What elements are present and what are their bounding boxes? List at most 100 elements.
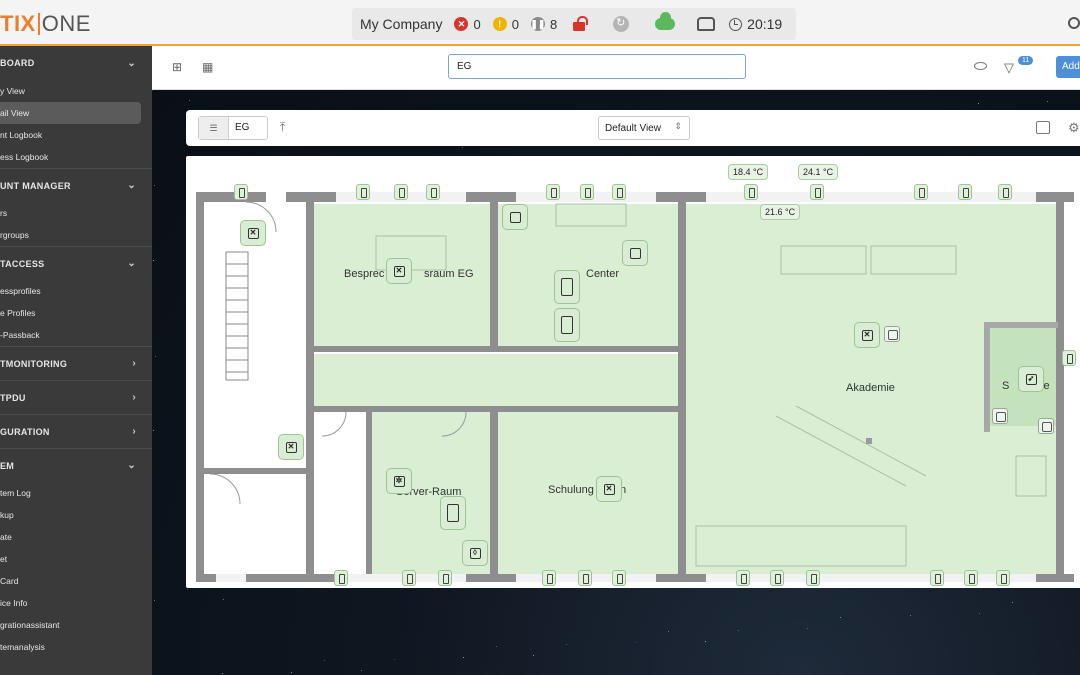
- sidebar-item[interactable]: rgroups: [0, 224, 152, 246]
- sidebar-item[interactable]: grationassistant: [0, 614, 152, 636]
- sidebar-item[interactable]: y View: [0, 80, 152, 102]
- view-select[interactable]: Default View ⇕: [598, 116, 690, 140]
- eye-icon[interactable]: [974, 62, 987, 70]
- filter-icon[interactable]: ▽: [1004, 60, 1014, 76]
- window-sensor[interactable]: [996, 570, 1010, 586]
- window-sensor[interactable]: [930, 570, 944, 586]
- sidebar-item[interactable]: temanalysis: [0, 636, 152, 658]
- company-name[interactable]: My Company: [360, 16, 442, 32]
- sidebar-item[interactable]: tem Log: [0, 482, 152, 504]
- sidebar-section[interactable]: TACCESS ⌄: [0, 246, 152, 280]
- upload-icon[interactable]: ⤒: [280, 120, 285, 135]
- temp-sensor-tag[interactable]: 24.1 °C: [798, 164, 839, 180]
- access-reader-device[interactable]: ✕: [854, 322, 880, 348]
- background-star: [1012, 602, 1013, 603]
- window-sensor[interactable]: [736, 570, 750, 586]
- window-sensor[interactable]: [744, 184, 758, 200]
- user-icon[interactable]: [1068, 17, 1080, 29]
- sidebar-section[interactable]: EM ⌄: [0, 448, 152, 482]
- sidebar-item[interactable]: et: [0, 548, 152, 570]
- warning-count[interactable]: ! 0: [492, 17, 519, 32]
- sidebar-item[interactable]: e Profiles: [0, 302, 152, 324]
- window-sensor[interactable]: [426, 184, 440, 200]
- device-gate-icon[interactable]: [697, 17, 716, 31]
- server-rack-device[interactable]: [440, 496, 466, 530]
- chevron-icon: ⌄: [127, 57, 136, 69]
- door-sensor-device[interactable]: [992, 408, 1008, 424]
- error-count[interactable]: ✕ 0: [454, 17, 481, 32]
- window-sensor[interactable]: [998, 184, 1012, 200]
- sidebar-section[interactable]: UNT MANAGER ⌄: [0, 168, 152, 202]
- layers-icon[interactable]: [1036, 121, 1050, 134]
- unlock-icon[interactable]: [571, 16, 589, 31]
- search-input[interactable]: EG: [448, 54, 746, 79]
- floor-selector[interactable]: ☰ EG: [198, 116, 268, 140]
- paused-count[interactable]: ❚❚ 8: [530, 17, 557, 32]
- sidebar-section[interactable]: BOARD ⌄: [0, 46, 152, 80]
- sidebar-section[interactable]: GURATION ›: [0, 414, 152, 448]
- window-sensor[interactable]: [1062, 350, 1076, 366]
- settings-icon[interactable]: ⚙: [1068, 120, 1080, 136]
- window-sensor[interactable]: [806, 570, 820, 586]
- sidebar-section[interactable]: TMONITORING ›: [0, 346, 152, 380]
- add-button[interactable]: Add: [1056, 56, 1080, 78]
- window-sensor[interactable]: [580, 184, 594, 200]
- door-sensor-device[interactable]: [884, 326, 900, 342]
- shield-device[interactable]: [502, 204, 528, 230]
- background-star: [565, 644, 567, 646]
- app-logo[interactable]: TIX ONE: [0, 11, 91, 36]
- floor-toolbar: ☰ EG ⤒ Default View ⇕ ⚙: [186, 110, 1080, 146]
- server-rack-device[interactable]: [554, 270, 580, 304]
- window-sensor[interactable]: [542, 570, 556, 586]
- window-sensor[interactable]: [810, 184, 824, 200]
- background-star: [154, 185, 155, 187]
- sidebar-item[interactable]: nt Logbook: [0, 124, 152, 146]
- chevron-icon: ›: [132, 426, 136, 437]
- window-sensor[interactable]: [578, 570, 592, 586]
- tree-view-icon[interactable]: ⊞: [172, 60, 186, 74]
- window-sensor[interactable]: [612, 570, 626, 586]
- room-label-schulung: Schulung: [548, 484, 594, 496]
- cloud-icon[interactable]: [655, 12, 676, 30]
- sidebar-item[interactable]: ate: [0, 526, 152, 548]
- window-sensor[interactable]: [770, 570, 784, 586]
- sync-icon[interactable]: [613, 16, 630, 32]
- window-sensor[interactable]: [546, 184, 560, 200]
- temp-sensor-tag[interactable]: 21.6 °C: [760, 204, 801, 220]
- temp-sensor-tag[interactable]: 18.4 °C: [728, 164, 769, 180]
- window-sensor[interactable]: [958, 184, 972, 200]
- sidebar-item[interactable]: rs: [0, 202, 152, 224]
- network-hub-device[interactable]: ✲: [386, 468, 412, 494]
- access-reader-device[interactable]: ✕: [386, 258, 412, 284]
- window-sensor[interactable]: [438, 570, 452, 586]
- window-sensor[interactable]: [334, 570, 348, 586]
- sidebar-item[interactable]: ice Info: [0, 592, 152, 614]
- sidebar-item[interactable]: ail View: [0, 102, 141, 124]
- sidebar-item[interactable]: kup: [0, 504, 152, 526]
- door-sensor-device[interactable]: [1038, 418, 1054, 434]
- window-sensor[interactable]: [914, 184, 928, 200]
- sidebar-section[interactable]: TPDU ›: [0, 380, 152, 414]
- emergency-exit-device[interactable]: ➶: [1018, 366, 1044, 392]
- grid-view-icon[interactable]: ▦: [202, 60, 216, 74]
- window-sensor[interactable]: [356, 184, 370, 200]
- water-sensor-device[interactable]: ◊: [462, 540, 488, 566]
- background-star: [532, 655, 534, 657]
- window-sensor[interactable]: [612, 184, 626, 200]
- access-reader-device[interactable]: ✕: [240, 220, 266, 246]
- background-star: [221, 673, 223, 675]
- sidebar-item[interactable]: ess Logbook: [0, 146, 152, 168]
- background-star: [223, 598, 224, 600]
- access-reader-device[interactable]: ✕: [278, 434, 304, 460]
- window-sensor[interactable]: [964, 570, 978, 586]
- sidebar-item[interactable]: essprofiles: [0, 280, 152, 302]
- access-reader-device[interactable]: ✕: [596, 476, 622, 502]
- controller-device[interactable]: [622, 240, 648, 266]
- sidebar-item[interactable]: Card: [0, 570, 152, 592]
- sidebar-item[interactable]: -Passback: [0, 324, 152, 346]
- list-icon[interactable]: ☰: [199, 117, 229, 139]
- window-sensor[interactable]: [234, 184, 248, 200]
- window-sensor[interactable]: [402, 570, 416, 586]
- window-sensor[interactable]: [394, 184, 408, 200]
- server-rack-device[interactable]: [554, 308, 580, 342]
